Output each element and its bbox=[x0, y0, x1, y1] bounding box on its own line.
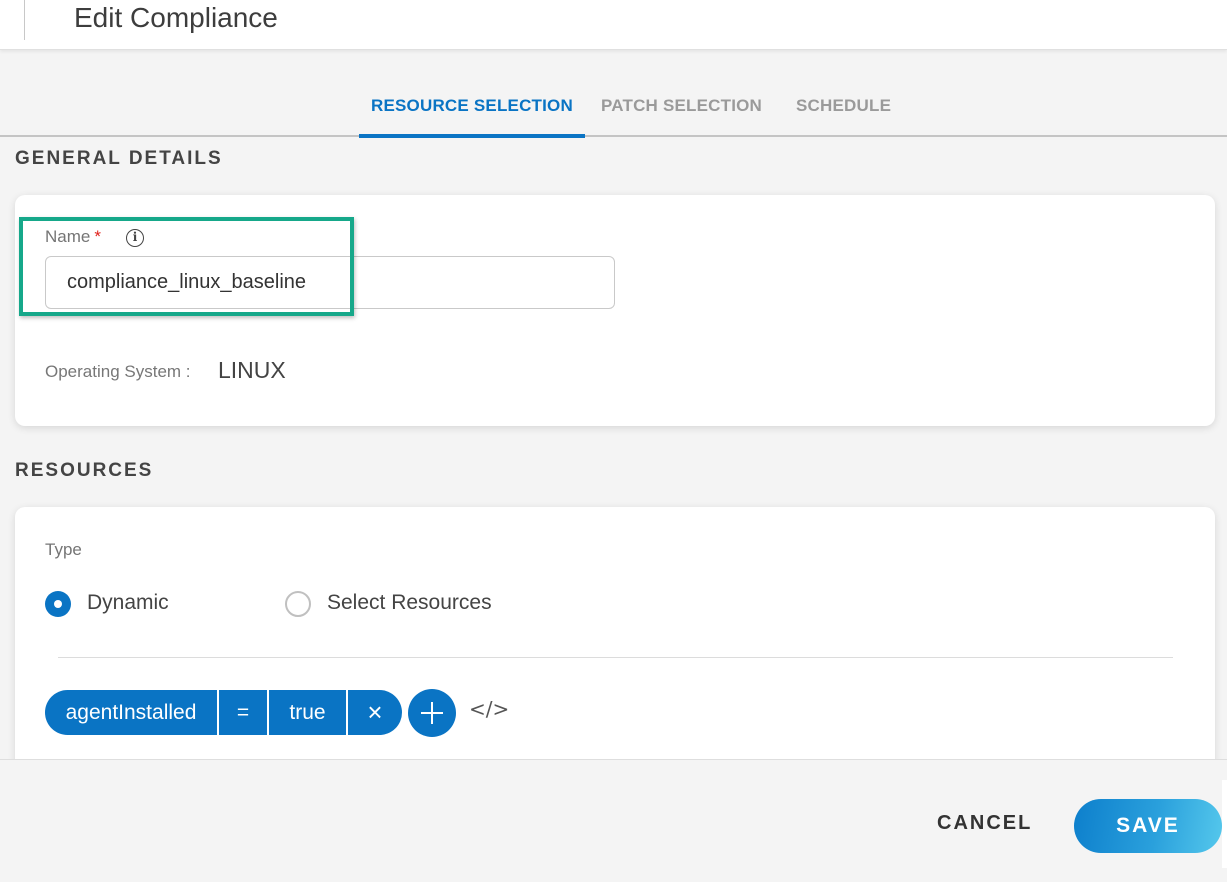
radio-select-resources[interactable] bbox=[285, 591, 311, 617]
save-button[interactable]: SAVE bbox=[1074, 799, 1222, 853]
name-label: Name * bbox=[45, 227, 101, 247]
footer-bar: CANCEL SAVE bbox=[0, 759, 1227, 882]
resources-divider bbox=[58, 657, 1173, 658]
add-filter-button[interactable] bbox=[408, 689, 456, 737]
header-divider bbox=[24, 0, 25, 40]
os-label: Operating System : bbox=[45, 362, 191, 381]
os-value: LINUX bbox=[218, 357, 286, 383]
radio-dynamic-label[interactable]: Dynamic bbox=[87, 591, 169, 615]
page-title: Edit Compliance bbox=[74, 2, 278, 33]
filter-field[interactable]: agentInstalled bbox=[45, 690, 219, 735]
name-input[interactable] bbox=[45, 256, 615, 309]
name-label-text: Name bbox=[45, 227, 91, 246]
general-details-card bbox=[15, 195, 1215, 426]
info-icon[interactable]: i bbox=[126, 229, 144, 247]
code-view-icon[interactable]: </> bbox=[469, 697, 509, 721]
filter-operator[interactable]: = bbox=[219, 690, 269, 735]
tab-bar: RESOURCE SELECTION PATCH SELECTION SCHED… bbox=[0, 86, 1227, 138]
general-details-heading: GENERAL DETAILS bbox=[15, 148, 223, 169]
tab-schedule[interactable]: SCHEDULE bbox=[796, 96, 891, 137]
radio-dynamic[interactable] bbox=[45, 591, 71, 617]
cancel-button[interactable]: CANCEL bbox=[937, 812, 1032, 835]
type-label: Type bbox=[45, 540, 82, 559]
tab-resource-selection[interactable]: RESOURCE SELECTION bbox=[359, 96, 585, 138]
required-asterisk: * bbox=[94, 227, 101, 246]
edge-strip bbox=[1222, 780, 1227, 868]
tab-patch-selection[interactable]: PATCH SELECTION bbox=[601, 96, 762, 137]
radio-select-resources-label[interactable]: Select Resources bbox=[327, 591, 492, 615]
resources-heading: RESOURCES bbox=[15, 460, 154, 481]
filter-chip: agentInstalled = true × bbox=[45, 690, 402, 735]
resources-card bbox=[15, 507, 1215, 777]
remove-filter-icon[interactable]: × bbox=[348, 690, 402, 735]
filter-value[interactable]: true bbox=[269, 690, 348, 735]
page-header: Edit Compliance bbox=[0, 0, 1227, 50]
